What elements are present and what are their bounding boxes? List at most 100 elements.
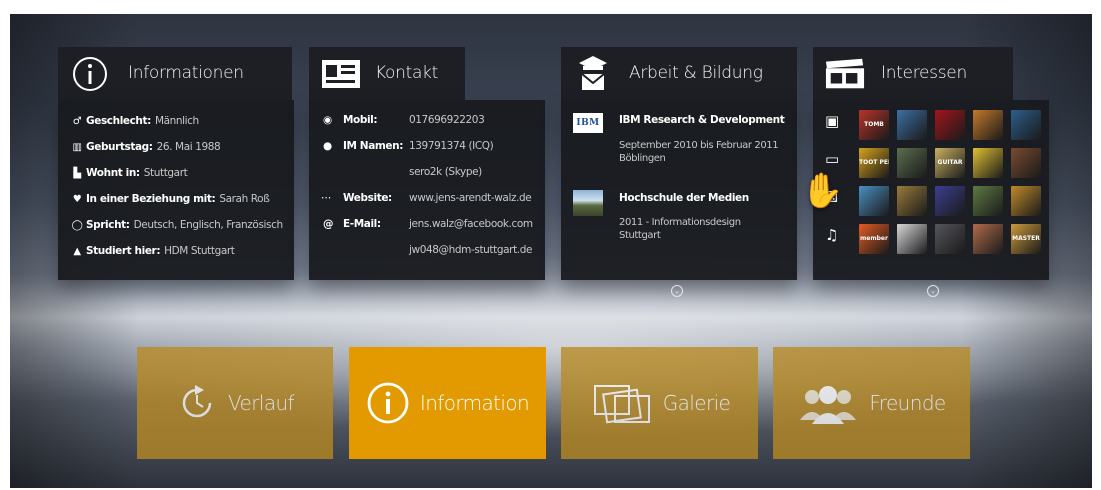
arbeit-bildung-body: IBM IBM Research & Development September… [561,100,797,280]
city-icon: ▙ [73,167,81,179]
birthday-cake-icon: ▥ [72,141,82,153]
work-entry-detail: September 2010 bis Februar 2011 [619,140,779,151]
gallery-icon [593,385,650,424]
interessen-more-chevron-icon[interactable]: ⌄ [927,285,939,297]
kontakt-title: Kontakt [375,63,438,83]
kontakt-body: ◉ Mobil: 017696922203 ● IM Namen: 139791… [309,100,545,280]
info-value: Stuttgart [143,167,188,179]
interest-thumbnail[interactable] [973,186,1003,216]
tv-icon[interactable]: ▭ [825,150,839,168]
tile-information-label: Information [419,391,530,415]
interest-thumbnail[interactable] [935,110,965,140]
interessen-body: ▣ ▭ ⚄ ♫ TOMBTOOT PERSGUITARmemberMASTER [813,100,1049,280]
mobile-label: Mobil: [343,114,378,126]
email-value-facebook[interactable]: jens.walz@facebook.com [409,218,533,230]
info-key: Geschlecht: [86,115,151,127]
email-value-hdm[interactable]: jw048@hdm-stuttgart.de [409,244,532,256]
school-mail-icon [573,54,613,94]
contact-card-icon [321,54,361,94]
friends-icon [800,386,857,424]
gender-icon: ♂ [72,115,82,127]
tile-freunde[interactable]: Freunde [773,347,970,459]
info-row: ♥ In einer Beziehung mit: Sarah Roß [68,190,270,208]
info-row: ▲ Studiert hier: HDM Stuttgart [68,242,235,260]
education-entry-place: Stuttgart [619,230,661,241]
tile-verlauf-label: Verlauf [228,391,295,415]
ibm-logo: IBM [573,113,603,133]
tile-galerie[interactable]: Galerie [561,347,758,459]
im-value-skype[interactable]: sero2k (Skype) [409,166,482,178]
info-key: Geburtstag: [86,141,153,153]
info-circle-icon [367,382,409,424]
info-icon [70,54,110,94]
interest-thumbnail[interactable]: MASTER [1011,224,1041,254]
education-entry-name[interactable]: Hochschule der Medien [619,192,749,204]
info-row: ▥ Geburtstag: 26. Mai 1988 [68,138,220,156]
interest-thumbnail[interactable] [973,110,1003,140]
interest-thumbnail[interactable] [859,186,889,216]
mobile-value[interactable]: 017696922203 [409,114,485,126]
tile-information[interactable]: Information [349,347,546,459]
info-row: ♂ Geschlecht: Männlich [68,112,200,130]
work-entry-place: Böblingen [619,153,666,164]
im-value-icq[interactable]: 139791374 (ICQ) [409,140,494,152]
tile-freunde-label: Freunde [869,391,946,415]
tile-galerie-label: Galerie [662,391,731,415]
email-label: E-Mail: [343,218,381,230]
film-clapper-icon [825,54,865,94]
interest-thumbnail[interactable] [973,224,1003,254]
arbeit-bildung-card: Arbeit & Bildung IBM IBM Research & Deve… [561,47,797,280]
interest-thumbnail[interactable] [935,186,965,216]
education-entry-detail: 2011 - Informationsdesign [619,217,741,228]
work-entry-name[interactable]: IBM Research & Development [619,114,785,126]
tile-verlauf[interactable]: Verlauf [137,347,333,459]
chat-bubble-icon: ● [323,140,332,152]
info-value: HDM Stuttgart [164,245,235,257]
interest-thumbnail[interactable]: TOOT PERS [859,148,889,178]
hand-cursor-icon: ✋ [801,171,844,211]
info-value: Deutsch, Englisch, Französisch [133,219,284,231]
website-value[interactable]: www.jens-arendt-walz.de [409,192,532,204]
info-key: Spricht: [86,219,130,231]
interest-thumbnail[interactable] [897,110,927,140]
interest-thumbnail[interactable] [897,148,927,178]
informationen-card: Informationen ♂ Geschlecht: Männlich ▥ Gebu… [58,47,294,280]
informationen-body: ♂ Geschlecht: Männlich ▥ Geburtstag: 26. Mai… [58,100,294,280]
interest-thumbnail[interactable]: member [859,224,889,254]
phone-icon: ◉ [323,114,332,126]
interest-thumbnail[interactable] [935,224,965,254]
info-value: 26. Mai 1988 [156,141,221,153]
interessen-card: Interessen ▣ ▭ ⚄ ♫ TOMBTOOT PERSGUITARme… [813,47,1049,280]
info-value: Sarah Roß [219,193,270,205]
movie-camera-icon[interactable]: ▣ [825,112,839,130]
music-note-icon[interactable]: ♫ [825,226,838,244]
informationen-title: Informationen [128,63,244,83]
info-key: In einer Beziehung mit: [86,193,216,205]
info-row: ▙ Wohnt in: Stuttgart [68,164,187,182]
link-icon: ⋯ [321,192,332,204]
interest-thumbnail[interactable] [897,224,927,254]
history-icon [182,385,212,418]
interest-thumbnail[interactable]: TOMB [859,110,889,140]
interest-thumbnail[interactable] [1011,148,1041,178]
interest-thumbnail[interactable] [897,186,927,216]
speech-icon: ◯ [71,219,83,231]
info-row: ◯ Spricht: Deutsch, Englisch, Französisch [68,216,284,234]
info-value: Männlich [154,115,199,127]
interest-thumbnail[interactable] [973,148,1003,178]
kontakt-card: Kontakt ◉ Mobil: 017696922203 ● IM Namen… [309,47,545,280]
scene-background: Informationen ♂ Geschlecht: Männlich ▥ Gebu… [10,14,1092,488]
info-key: Studiert hier: [86,245,161,257]
heart-icon: ♥ [72,193,82,205]
arbeit-bildung-title: Arbeit & Bildung [629,63,763,83]
hdm-building-photo [573,190,603,216]
website-label: Website: [343,192,392,204]
at-sign-icon: @ [323,218,334,230]
interest-thumbnail[interactable] [1011,110,1041,140]
interest-thumbnail[interactable] [1011,186,1041,216]
arbeit-more-chevron-icon[interactable]: ⌄ [671,285,683,297]
interest-thumbnail[interactable]: GUITAR [935,148,965,178]
im-label: IM Namen: [343,140,404,152]
graduation-cap-icon: ▲ [73,245,81,257]
interessen-title: Interessen [881,63,967,83]
